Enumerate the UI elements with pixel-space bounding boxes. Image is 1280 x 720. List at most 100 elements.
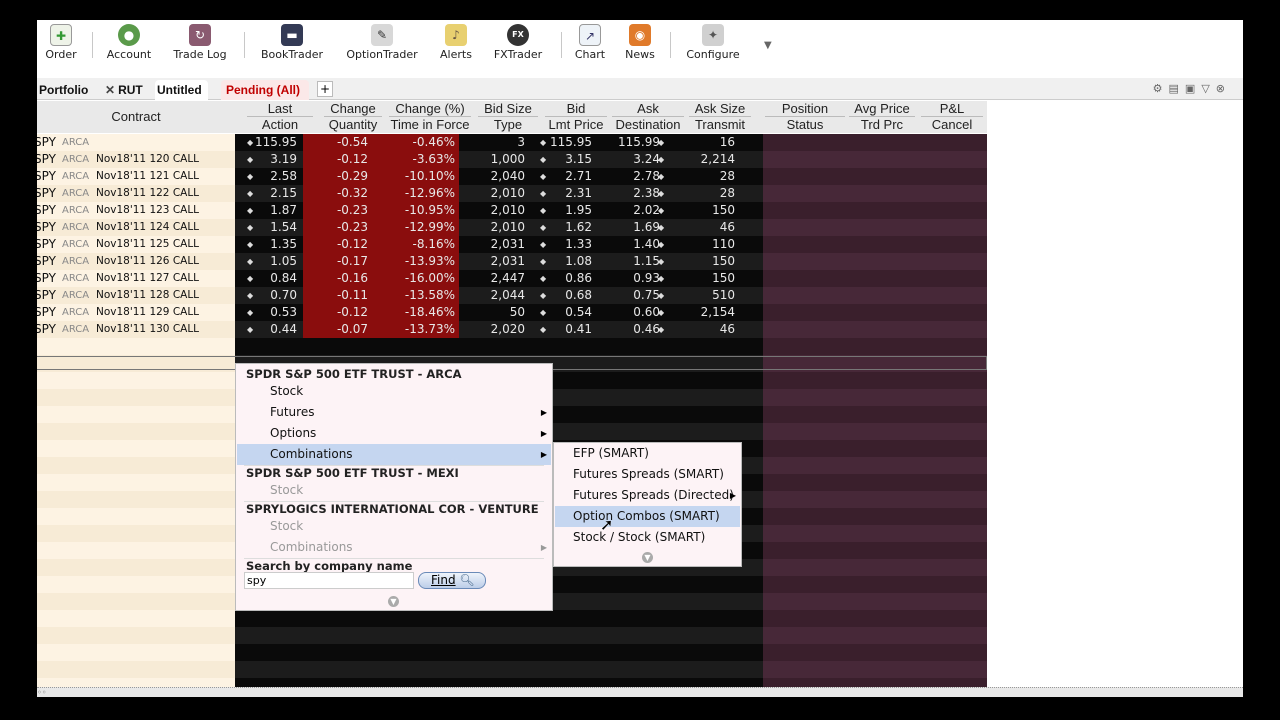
change-cell[interactable]: -0.54 bbox=[303, 134, 372, 151]
link-icon[interactable]: ⊗ bbox=[1216, 82, 1231, 95]
bold-icon[interactable]: ▣ bbox=[1185, 82, 1201, 95]
table-row[interactable]: SPY ARCA Nov18'11 122 CALL 2.15 ◆ -0.32 -12.96… bbox=[37, 185, 987, 202]
news-button[interactable]: ◉ News bbox=[623, 24, 657, 72]
pct-cell[interactable]: -12.96% bbox=[372, 185, 459, 202]
asksize-cell[interactable]: 46 bbox=[673, 321, 739, 338]
ask-cell[interactable]: 0.75 bbox=[596, 287, 664, 304]
ask-cell[interactable]: 1.40 bbox=[596, 236, 664, 253]
ask-cell[interactable]: 2.38 bbox=[596, 185, 664, 202]
symbol-cell[interactable]: SPY bbox=[37, 185, 56, 202]
pct-cell[interactable]: -3.63% bbox=[372, 151, 459, 168]
asksize-cell[interactable]: 28 bbox=[673, 168, 739, 185]
ask-cell[interactable]: 0.93 bbox=[596, 270, 664, 287]
table-row[interactable]: SPY ARCA Nov18'11 127 CALL 0.84 ◆ -0.16 -16.00… bbox=[37, 270, 987, 287]
table-row[interactable]: SPY ARCA 115.95 ◆ -0.54 -0.46% 3 115.95 ◆ 115.99 ◆… bbox=[37, 134, 987, 151]
pct-cell[interactable]: -10.10% bbox=[372, 168, 459, 185]
last-cell[interactable]: 1.54 bbox=[235, 219, 301, 236]
submenu-item-stock-stock[interactable]: Stock / Stock (SMART) bbox=[555, 527, 740, 548]
table-row[interactable]: SPY ARCA Nov18'11 130 CALL 0.44 ◆ -0.07 -13.73… bbox=[37, 321, 987, 338]
last-cell[interactable]: 3.19 bbox=[235, 151, 301, 168]
last-cell[interactable]: 0.44 bbox=[235, 321, 301, 338]
contract-header[interactable]: Contract bbox=[37, 101, 235, 133]
col-asksize-transmit[interactable]: Ask Size Transmit bbox=[689, 101, 751, 133]
ask-cell[interactable]: 2.78 bbox=[596, 168, 664, 185]
col-bidsize-type[interactable]: Bid Size Type bbox=[478, 101, 538, 133]
symbol-cell[interactable]: SPY bbox=[37, 219, 56, 236]
change-cell[interactable]: -0.11 bbox=[303, 287, 372, 304]
tab-pending-all[interactable]: Pending (All) bbox=[221, 80, 309, 100]
table-row[interactable]: SPY ARCA Nov18'11 125 CALL 1.35 ◆ -0.12 -8.16%… bbox=[37, 236, 987, 253]
change-cell[interactable]: -0.32 bbox=[303, 185, 372, 202]
account-button[interactable]: ● Account bbox=[105, 24, 153, 72]
asksize-cell[interactable]: 2,154 bbox=[673, 304, 739, 321]
table-row[interactable]: SPY ARCA Nov18'11 128 CALL 0.70 ◆ -0.11 -13.58… bbox=[37, 287, 987, 304]
bidsize-cell[interactable]: 2,044 bbox=[459, 287, 529, 304]
menu-item-combinations[interactable]: Combinations ▶ bbox=[237, 444, 551, 465]
bidsize-cell[interactable]: 2,040 bbox=[459, 168, 529, 185]
asksize-cell[interactable]: 510 bbox=[673, 287, 739, 304]
configure-button[interactable]: ✦ Configure bbox=[682, 24, 744, 72]
last-cell[interactable]: 0.84 bbox=[235, 270, 301, 287]
company-search-input[interactable]: spy bbox=[244, 572, 414, 589]
asksize-cell[interactable]: 28 bbox=[673, 185, 739, 202]
scroll-down-icon[interactable]: ▼ bbox=[388, 596, 399, 607]
layout-icon[interactable]: ▤ bbox=[1169, 82, 1185, 95]
table-row[interactable]: SPY ARCA Nov18'11 121 CALL 2.58 ◆ -0.29 -10.10… bbox=[37, 168, 987, 185]
col-ask-destination[interactable]: Ask Destination bbox=[612, 101, 684, 133]
pct-cell[interactable]: -10.95% bbox=[372, 202, 459, 219]
bidsize-cell[interactable]: 2,020 bbox=[459, 321, 529, 338]
symbol-cell[interactable]: SPY bbox=[37, 134, 56, 151]
ask-cell[interactable]: 2.02 bbox=[596, 202, 664, 219]
booktrader-button[interactable]: ▬ BookTrader bbox=[257, 24, 327, 72]
table-row[interactable]: SPY ARCA Nov18'11 129 CALL 0.53 ◆ -0.12 -18.46… bbox=[37, 304, 987, 321]
asksize-cell[interactable]: 2,214 bbox=[673, 151, 739, 168]
submenu-item-futures-spreads-smart[interactable]: Futures Spreads (SMART) bbox=[555, 464, 740, 485]
find-button[interactable]: Find 🔍︎ bbox=[418, 572, 486, 589]
bidsize-cell[interactable]: 50 bbox=[459, 304, 529, 321]
table-row[interactable]: SPY ARCA Nov18'11 120 CALL 3.19 ◆ -0.12 -3.63%… bbox=[37, 151, 987, 168]
last-cell[interactable]: 1.35 bbox=[235, 236, 301, 253]
symbol-cell[interactable]: SPY bbox=[37, 202, 56, 219]
alerts-button[interactable]: ♪ Alerts bbox=[437, 24, 475, 72]
fxtrader-button[interactable]: FX FXTrader bbox=[491, 24, 545, 72]
table-row[interactable]: SPY ARCA Nov18'11 124 CALL 1.54 ◆ -0.23 -12.99… bbox=[37, 219, 987, 236]
symbol-cell[interactable]: SPY bbox=[37, 253, 56, 270]
asksize-cell[interactable]: 150 bbox=[673, 202, 739, 219]
table-row[interactable]: SPY ARCA Nov18'11 126 CALL 1.05 ◆ -0.17 -13.93… bbox=[37, 253, 987, 270]
ask-cell[interactable]: 1.69 bbox=[596, 219, 664, 236]
last-cell[interactable]: 2.15 bbox=[235, 185, 301, 202]
last-cell[interactable]: 0.53 bbox=[235, 304, 301, 321]
submenu-item-option-combos[interactable]: Option Combos (SMART) bbox=[555, 506, 740, 527]
pct-cell[interactable]: -0.46% bbox=[372, 134, 459, 151]
asksize-cell[interactable]: 110 bbox=[673, 236, 739, 253]
col-change-pct-tif[interactable]: Change (%) Time in Force bbox=[389, 101, 471, 133]
chart-button[interactable]: ↗ Chart bbox=[573, 24, 607, 72]
scroll-handle-icon[interactable]: ◦◦ bbox=[37, 688, 46, 697]
ask-cell[interactable]: 115.99 bbox=[596, 134, 664, 151]
scroll-down-icon[interactable]: ▼ bbox=[642, 552, 653, 563]
symbol-cell[interactable]: SPY bbox=[37, 270, 56, 287]
submenu-item-efp[interactable]: EFP (SMART) bbox=[555, 443, 740, 464]
ask-cell[interactable]: 1.15 bbox=[596, 253, 664, 270]
bidsize-cell[interactable]: 2,031 bbox=[459, 236, 529, 253]
bidsize-cell[interactable]: 2,447 bbox=[459, 270, 529, 287]
menu-item-options[interactable]: Options ▶ bbox=[237, 423, 551, 444]
tab-portfolio[interactable]: Portfolio bbox=[37, 80, 94, 100]
change-cell[interactable]: -0.23 bbox=[303, 219, 372, 236]
col-position-status[interactable]: Position Status bbox=[765, 101, 845, 133]
pct-cell[interactable]: -8.16% bbox=[372, 236, 459, 253]
menu-item-futures[interactable]: Futures ▶ bbox=[237, 402, 551, 423]
symbol-cell[interactable]: SPY bbox=[37, 168, 56, 185]
bidsize-cell[interactable]: 2,010 bbox=[459, 219, 529, 236]
col-last-action[interactable]: Last Action bbox=[247, 101, 313, 133]
bidsize-cell[interactable]: 2,010 bbox=[459, 202, 529, 219]
symbol-cell[interactable]: SPY bbox=[37, 321, 56, 338]
bidsize-cell[interactable]: 2,010 bbox=[459, 185, 529, 202]
change-cell[interactable]: -0.17 bbox=[303, 253, 372, 270]
pct-cell[interactable]: -13.73% bbox=[372, 321, 459, 338]
ask-cell[interactable]: 0.46 bbox=[596, 321, 664, 338]
col-pnl-cancel[interactable]: P&L Cancel bbox=[921, 101, 983, 133]
col-change-quantity[interactable]: Change Quantity bbox=[324, 101, 382, 133]
bidsize-cell[interactable]: 3 bbox=[459, 134, 529, 151]
toolbar-overflow-icon[interactable]: ▼ bbox=[764, 40, 772, 51]
